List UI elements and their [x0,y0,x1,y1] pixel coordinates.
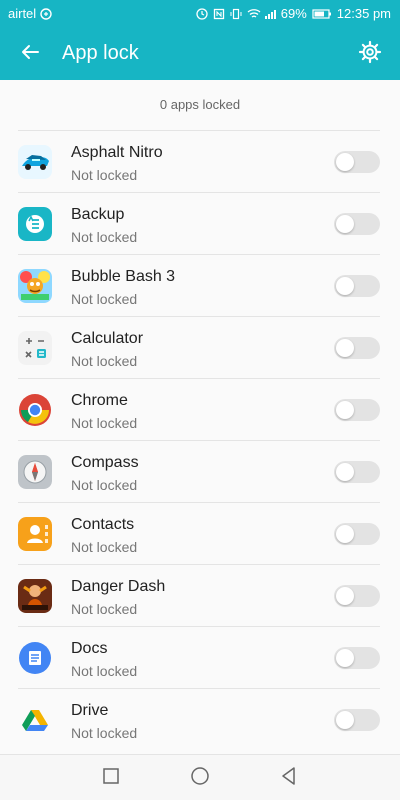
back-button[interactable] [12,38,48,70]
app-row-calculator[interactable]: Calculator Not locked [18,316,380,378]
chrome-icon [18,393,52,427]
app-row-backup[interactable]: Backup Not locked [18,192,380,254]
app-name: Calculator [71,330,144,347]
danger-dash-icon [18,579,52,613]
wifi-icon [247,8,261,20]
back-arrow-icon [19,41,41,68]
calculator-icon [18,331,52,365]
lock-toggle[interactable] [334,213,380,235]
lock-toggle[interactable] [334,647,380,669]
app-name: Danger Dash [71,578,166,595]
app-name: Docs [71,640,108,657]
toggle-knob [336,153,354,171]
app-lock-status: Not locked [71,415,138,431]
app-row-bubble-bash-3[interactable]: Bubble Bash 3 Not locked [18,254,380,316]
toggle-knob [336,277,354,295]
app-row-contacts[interactable]: Contacts Not locked [18,502,380,564]
back-icon [280,766,298,791]
recent-apps-button[interactable] [98,765,124,791]
nfc-icon [213,8,225,20]
settings-button[interactable] [352,38,388,70]
status-left: airtel [8,6,52,21]
app-name: Contacts [71,516,135,533]
app-name: Bubble Bash 3 [71,268,176,285]
lock-toggle[interactable] [334,523,380,545]
app-bar: App lock [0,28,400,80]
recent-apps-icon [102,767,120,790]
toggle-knob [336,711,354,729]
app-lock-status: Not locked [71,601,138,617]
system-navigation-bar [0,754,400,800]
battery-icon [312,8,332,20]
app-lock-screen: airtel 69% 12:35 pm App lock 0 apps lock… [0,0,400,800]
lock-toggle[interactable] [334,337,380,359]
lock-toggle[interactable] [334,275,380,297]
carrier-label: airtel [8,6,37,21]
app-lock-status: Not locked [71,229,138,245]
contacts-icon [18,517,52,551]
app-lock-status: Not locked [71,167,138,183]
alarm-icon [196,7,208,20]
locked-count-summary: 0 apps locked [159,97,241,112]
compass-icon [18,455,52,489]
app-row-chrome[interactable]: Chrome Not locked [18,378,380,440]
lock-toggle[interactable] [334,461,380,483]
app-name: Chrome [71,392,128,409]
app-row-docs[interactable]: Docs Not locked [18,626,380,688]
battery-percent: 69% [280,6,307,21]
app-lock-status: Not locked [71,291,138,307]
app-list: Asphalt Nitro Not locked Backup Not lock… [0,130,400,750]
lock-toggle[interactable] [334,151,380,173]
app-row-compass[interactable]: Compass Not locked [18,440,380,502]
lock-toggle[interactable] [334,585,380,607]
gear-icon [358,40,382,69]
status-right: 69% 12:35 pm [196,6,391,21]
app-row-danger-dash[interactable]: Danger Dash Not locked [18,564,380,626]
toggle-knob [336,463,354,481]
vibrate-icon [230,8,242,20]
toggle-knob [336,649,354,667]
app-lock-status: Not locked [71,539,138,555]
toggle-knob [336,525,354,543]
home-button[interactable] [187,765,213,791]
app-lock-status: Not locked [71,725,138,741]
toggle-knob [336,215,354,233]
page-title: App lock [62,42,139,64]
bubble-bash-icon [18,269,52,303]
home-icon [190,766,210,791]
docs-icon [18,641,52,675]
lock-toggle[interactable] [334,709,380,731]
app-lock-status: Not locked [71,353,138,369]
signal-icon [264,8,276,20]
clock: 12:35 pm [336,6,391,21]
app-name: Backup [71,206,125,223]
drive-icon [18,703,52,737]
app-name: Drive [71,702,109,719]
app-lock-status: Not locked [71,477,138,493]
notification-icon [40,7,52,20]
app-row-asphalt-nitro[interactable]: Asphalt Nitro Not locked [18,130,380,192]
status-bar: airtel 69% 12:35 pm [0,0,400,28]
lock-toggle[interactable] [334,399,380,421]
toggle-knob [336,587,354,605]
app-name: Asphalt Nitro [71,144,163,161]
app-lock-status: Not locked [71,663,138,679]
backup-icon [18,207,52,241]
app-name: Compass [71,454,139,471]
system-back-button[interactable] [276,765,302,791]
app-row-drive[interactable]: Drive Not locked [18,688,380,750]
toggle-knob [336,339,354,357]
asphalt-nitro-icon [18,145,52,179]
toggle-knob [336,401,354,419]
